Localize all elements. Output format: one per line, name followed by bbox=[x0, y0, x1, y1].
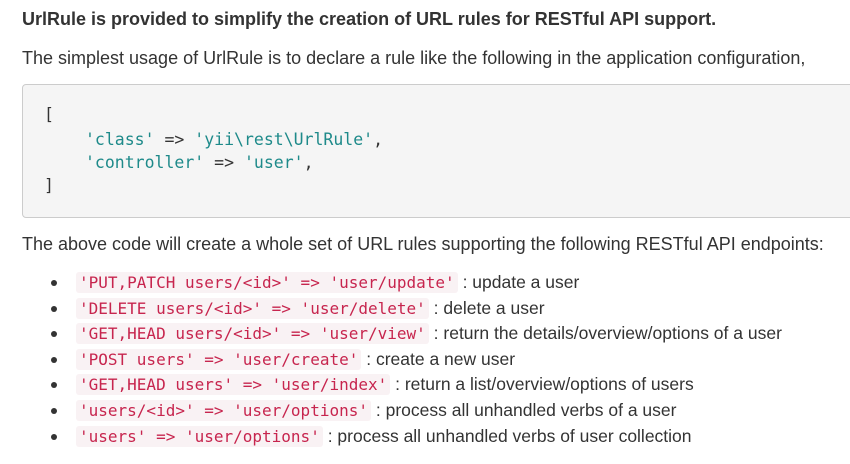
bullet-icon bbox=[51, 305, 57, 312]
endpoint-description: : return a list/overview/options of user… bbox=[395, 374, 694, 395]
list-item: 'POST users' => 'user/create' : create a… bbox=[0, 347, 850, 373]
code-line-controller: 'controller' => 'user', bbox=[85, 153, 314, 172]
endpoint-code: 'users' => 'user/options' bbox=[76, 425, 323, 447]
list-item: 'users' => 'user/options' : process all … bbox=[0, 424, 850, 450]
page-heading: UrlRule is provided to simplify the crea… bbox=[22, 9, 717, 29]
endpoint-description: : create a new user bbox=[366, 348, 516, 369]
list-item: 'PUT,PATCH users/<id>' => 'user/update' … bbox=[0, 270, 850, 296]
bullet-icon bbox=[51, 433, 57, 440]
code-operator: => bbox=[204, 153, 244, 172]
bullet-icon bbox=[51, 382, 57, 389]
code-key: 'controller' bbox=[85, 153, 205, 172]
summary-paragraph: The above code will create a whole set o… bbox=[22, 234, 824, 254]
list-item: 'GET,HEAD users/<id>' => 'user/view' : r… bbox=[0, 321, 850, 347]
code-key: 'class' bbox=[85, 130, 155, 149]
endpoint-description: : process all unhandled verbs of a user bbox=[375, 399, 677, 420]
list-item: 'users/<id>' => 'user/options' : process… bbox=[0, 398, 850, 424]
code-open-bracket: [ bbox=[44, 105, 54, 124]
code-operator: => bbox=[154, 130, 195, 149]
code-line-class: 'class' => 'yii\rest\UrlRule', bbox=[85, 130, 383, 149]
intro-paragraph: The simplest usage of UrlRule is to decl… bbox=[22, 48, 806, 68]
bullet-icon bbox=[51, 280, 57, 286]
bullet-icon bbox=[51, 356, 57, 363]
code-comma: , bbox=[373, 130, 384, 149]
code-block: [ 'class' => 'yii\rest\UrlRule', 'contro… bbox=[22, 84, 850, 218]
bullet-icon bbox=[51, 407, 57, 414]
endpoint-list: 'PUT,PATCH users/<id>' => 'user/update' … bbox=[0, 270, 850, 449]
endpoint-description: : delete a user bbox=[433, 297, 545, 318]
list-item: 'DELETE users/<id>' => 'user/delete' : d… bbox=[0, 296, 850, 322]
bullet-icon bbox=[51, 331, 57, 338]
endpoint-code: 'PUT,PATCH users/<id>' => 'user/update' bbox=[76, 272, 458, 293]
code-value: 'yii\rest\UrlRule' bbox=[194, 130, 374, 149]
doc-page: UrlRule is provided to simplify the crea… bbox=[0, 0, 850, 464]
list-item: 'GET,HEAD users' => 'user/index' : retur… bbox=[0, 372, 850, 398]
endpoint-code: 'GET,HEAD users' => 'user/index' bbox=[76, 374, 391, 396]
endpoint-code: 'DELETE users/<id>' => 'user/delete' bbox=[76, 297, 429, 319]
code-value: 'user' bbox=[243, 153, 304, 172]
endpoint-description: : process all unhandled verbs of user co… bbox=[327, 425, 692, 446]
endpoint-code: 'POST users' => 'user/create' bbox=[76, 348, 362, 370]
code-comma: , bbox=[303, 153, 314, 172]
endpoint-code: 'GET,HEAD users/<id>' => 'user/view' bbox=[76, 323, 429, 345]
endpoint-description: : update a user bbox=[462, 272, 580, 292]
endpoint-code: 'users/<id>' => 'user/options' bbox=[76, 399, 371, 421]
endpoint-description: : return the details/overview/options of… bbox=[433, 323, 782, 344]
code-close-bracket: ] bbox=[44, 176, 54, 195]
